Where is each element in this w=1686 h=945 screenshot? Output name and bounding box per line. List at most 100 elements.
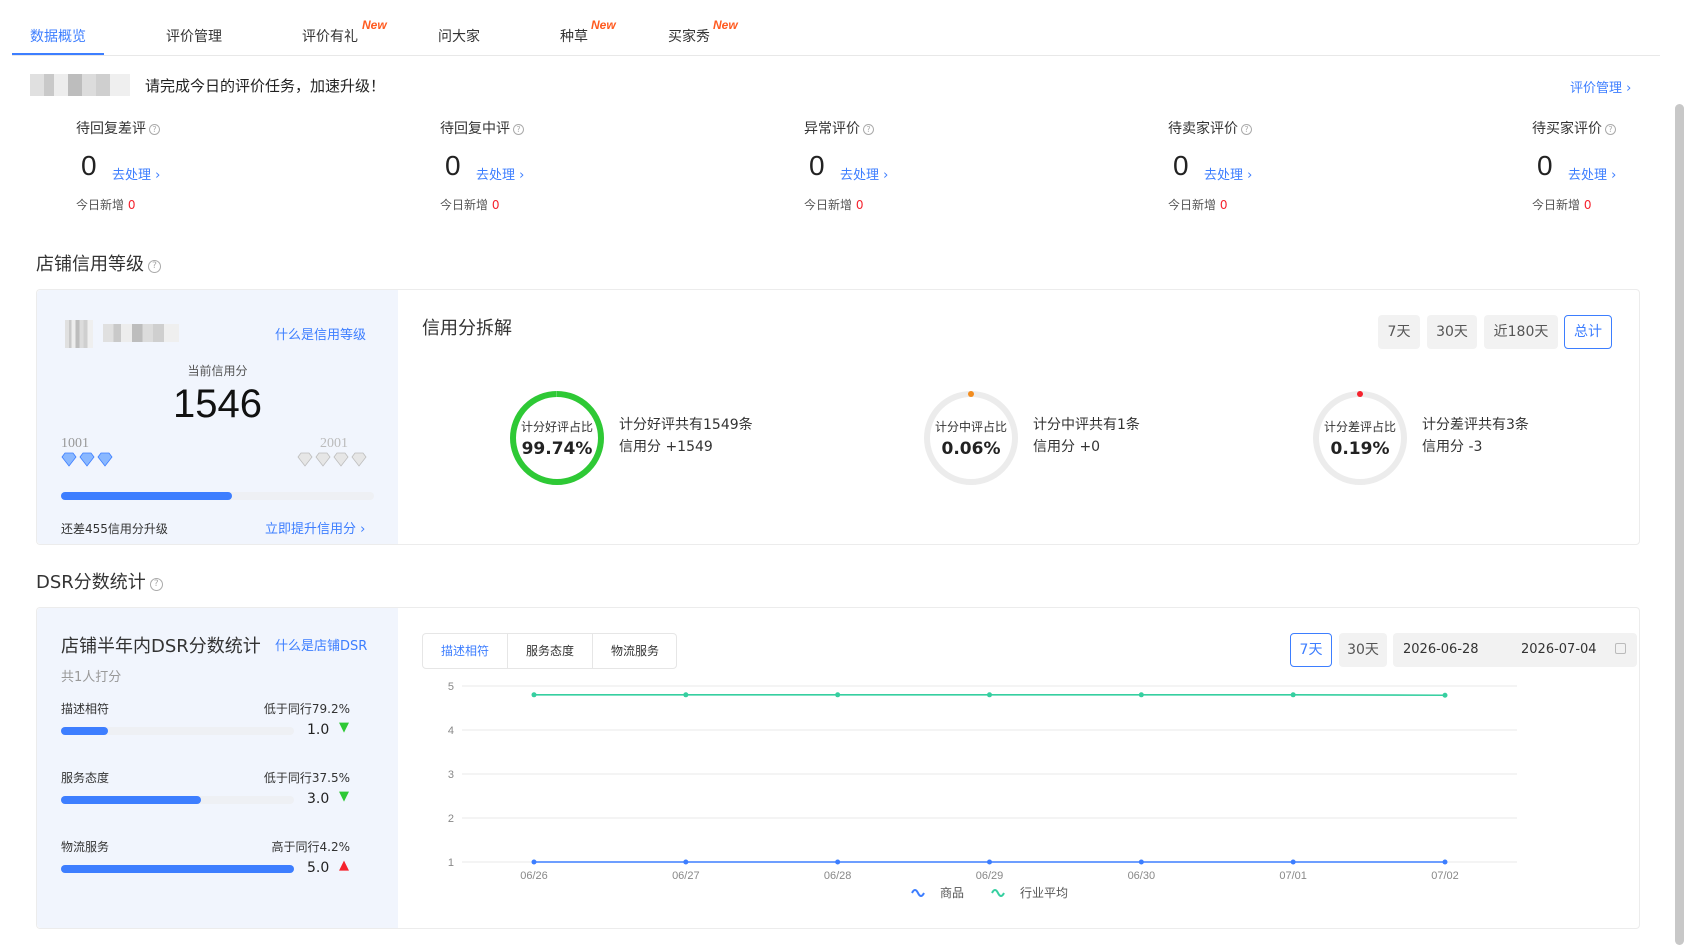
raters-count: 共1人打分 [61,670,122,685]
legend-label: 商品 [940,885,964,900]
date-range-picker[interactable]: 2026-06-28 2026-07-04 [1393,633,1637,667]
metric-value: 0 [1537,150,1553,181]
dsr-item-compare: 低于同行37.5% [263,771,350,785]
data-point [683,859,689,865]
handle-link[interactable]: 去处理 › [840,164,888,183]
period-30d-button[interactable]: 30天 [1427,315,1477,349]
x-tick-label: 06/30 [1128,870,1156,882]
positive-ratio-donut: 计分好评占比 99.74% [507,388,607,488]
handle-link[interactable]: 去处理 › [1204,164,1252,183]
credit-card: 什么是信用等级 当前信用分 1546 1001 2001 还差455信用分升级 … [36,289,1640,545]
period-total-button[interactable]: 总计 [1564,315,1612,349]
help-icon[interactable]: ? [513,124,524,135]
what-is-credit-link[interactable]: 什么是信用等级 [275,324,366,343]
donut-label: 计分好评占比 [520,420,593,434]
credit-level-panel: 什么是信用等级 当前信用分 1546 1001 2001 还差455信用分升级 … [37,290,398,544]
chart-tab-description[interactable]: 描述相符 [423,634,508,668]
tab-bar: 数据概览 评价管理 评价有礼 New 问大家 种草 New 买家秀 New [12,0,1660,56]
diamond-icons-min [61,452,115,472]
donut-marker [1357,391,1363,397]
dsr-bar-fill [61,796,201,804]
metric-label: 异常评价 [804,121,860,137]
review-management-link[interactable]: 评价管理 › [1570,77,1631,96]
metric-label: 待回复差评 [76,121,146,137]
trend-down-icon: ▼ [339,789,349,804]
metric-pending-negative: 待回复差评? 0 去处理 › 今日新增 0 [76,118,276,212]
period-180d-button[interactable]: 近180天 [1484,315,1558,349]
task-message: 请完成今日的评价任务，加速升级！ [145,77,386,95]
metric-value: 0 [445,150,461,181]
range-7d-button[interactable]: 7天 [1290,633,1332,667]
y-tick-label: 4 [448,725,454,737]
chart-tab-logistics[interactable]: 物流服务 [593,634,677,668]
handle-link[interactable]: 去处理 › [1568,164,1616,183]
handle-link[interactable]: 去处理 › [112,164,160,183]
metric-label: 待回复中评 [440,121,510,137]
diamond-icon [61,452,113,467]
today-new: 今日新增 0 [804,198,864,212]
x-tick-label: 07/01 [1279,870,1307,882]
credit-section-title: 店铺信用等级? [36,250,161,276]
tab-data-overview[interactable]: 数据概览 [30,26,86,46]
new-badge: New [713,18,738,32]
range-30d-button[interactable]: 30天 [1339,633,1387,667]
x-tick-label: 07/02 [1431,870,1459,882]
neutral-desc: 计分中评共有1条 信用分 +0 [1033,417,1140,455]
donut-percent: 0.19% [1330,439,1390,459]
metric-pending-neutral: 待回复中评? 0 去处理 › 今日新增 0 [440,118,640,212]
donut-percent: 99.74% [521,439,593,459]
help-icon[interactable]: ? [863,124,874,135]
dsr-item-score: 1.0 [307,722,330,738]
metric-pending-seller: 待卖家评价? 0 去处理 › 今日新增 0 [1168,118,1368,212]
metric-abnormal: 异常评价? 0 去处理 › 今日新增 0 [804,118,1004,212]
tab-review-management[interactable]: 评价管理 [166,26,222,46]
data-point [835,692,841,698]
dsr-item-compare: 低于同行79.2% [263,702,350,716]
help-icon[interactable]: ? [149,578,163,591]
tab-review-rewards[interactable]: 评价有礼 New [302,18,387,46]
chart-tab-service[interactable]: 服务态度 [508,634,593,668]
dsr-chart-tabs: 描述相符 服务态度 物流服务 [422,633,677,669]
date-end: 2026-07-04 [1521,642,1597,657]
help-icon[interactable]: ? [148,260,161,273]
handle-link[interactable]: 去处理 › [476,164,524,183]
data-point [683,692,689,698]
data-point [987,692,992,698]
data-point [835,859,841,865]
tab-seeding[interactable]: 种草 New [560,18,616,46]
data-point [531,692,537,698]
help-icon[interactable]: ? [1241,124,1252,135]
credit-progress-fill [61,492,232,500]
level-min: 1001 [61,436,89,451]
dsr-section-title: DSR分数统计? [36,568,163,594]
calendar-icon [1615,643,1626,654]
x-tick-label: 06/26 [520,870,548,882]
data-point [987,859,992,865]
neutral-ratio-donut: 计分中评占比 0.06% [921,388,1021,488]
trend-down-icon: ▼ [339,720,349,735]
dsr-item-name: 物流服务 [61,840,110,854]
level-max: 2001 [320,436,348,451]
shop-avatar [65,320,93,348]
help-icon[interactable]: ? [1605,124,1616,135]
dsr-item-score: 5.0 [307,860,330,876]
tab-buyer-show[interactable]: 买家秀 New [668,18,738,46]
period-7d-button[interactable]: 7天 [1378,315,1420,349]
dsr-bar-fill [61,727,108,735]
tab-ask-everyone[interactable]: 问大家 [438,26,480,46]
negative-ratio-donut: 计分差评占比 0.19% [1310,388,1410,488]
data-point [1290,692,1296,698]
dsr-item-name: 服务态度 [61,771,110,785]
what-is-dsr-link[interactable]: 什么是店铺DSR [275,635,367,654]
metric-label: 待卖家评价 [1168,121,1238,137]
today-new: 今日新增 0 [1168,198,1228,212]
today-new: 今日新增 0 [1532,198,1592,212]
metric-label: 待买家评价 [1532,121,1602,137]
help-icon[interactable]: ? [149,124,160,135]
y-tick-label: 2 [448,813,454,825]
scrollbar[interactable] [1675,104,1684,945]
upgrade-credit-link[interactable]: 立即提升信用分 › [265,518,365,537]
data-point [1442,859,1448,865]
data-point [1138,859,1144,865]
new-badge: New [362,18,387,32]
